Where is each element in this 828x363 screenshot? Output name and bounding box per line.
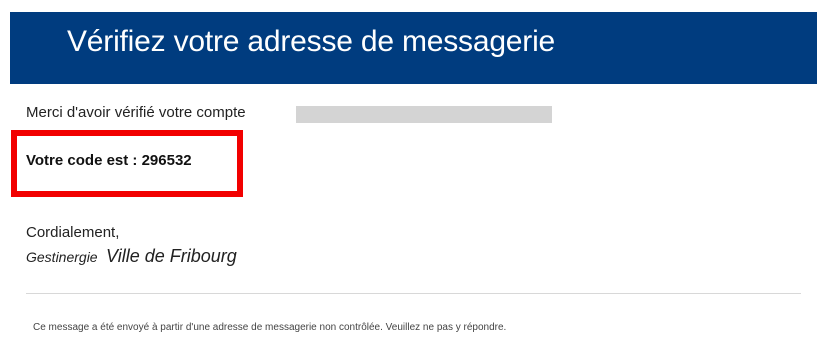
verification-code: Votre code est : 296532 [26, 152, 192, 169]
redacted-account-id [296, 106, 552, 123]
closing-regards: Cordialement, [26, 224, 120, 241]
footer-notice: Ce message a été envoyé à partir d'une a… [33, 322, 507, 333]
email-title: Vérifiez votre adresse de messagerie [67, 25, 556, 58]
thanks-text: Merci d'avoir vérifié votre compte [26, 104, 246, 121]
signature-org: Gestinergie [26, 249, 98, 265]
email-header-banner: Vérifiez votre adresse de messagerie [10, 12, 817, 84]
email-message: Vérifiez votre adresse de messagerie Mer… [0, 0, 828, 363]
page-edge [818, 12, 828, 363]
signature: Gestinergie Ville de Fribourg [26, 246, 237, 267]
signature-city: Ville de Fribourg [106, 246, 237, 266]
footer-divider [26, 293, 801, 294]
